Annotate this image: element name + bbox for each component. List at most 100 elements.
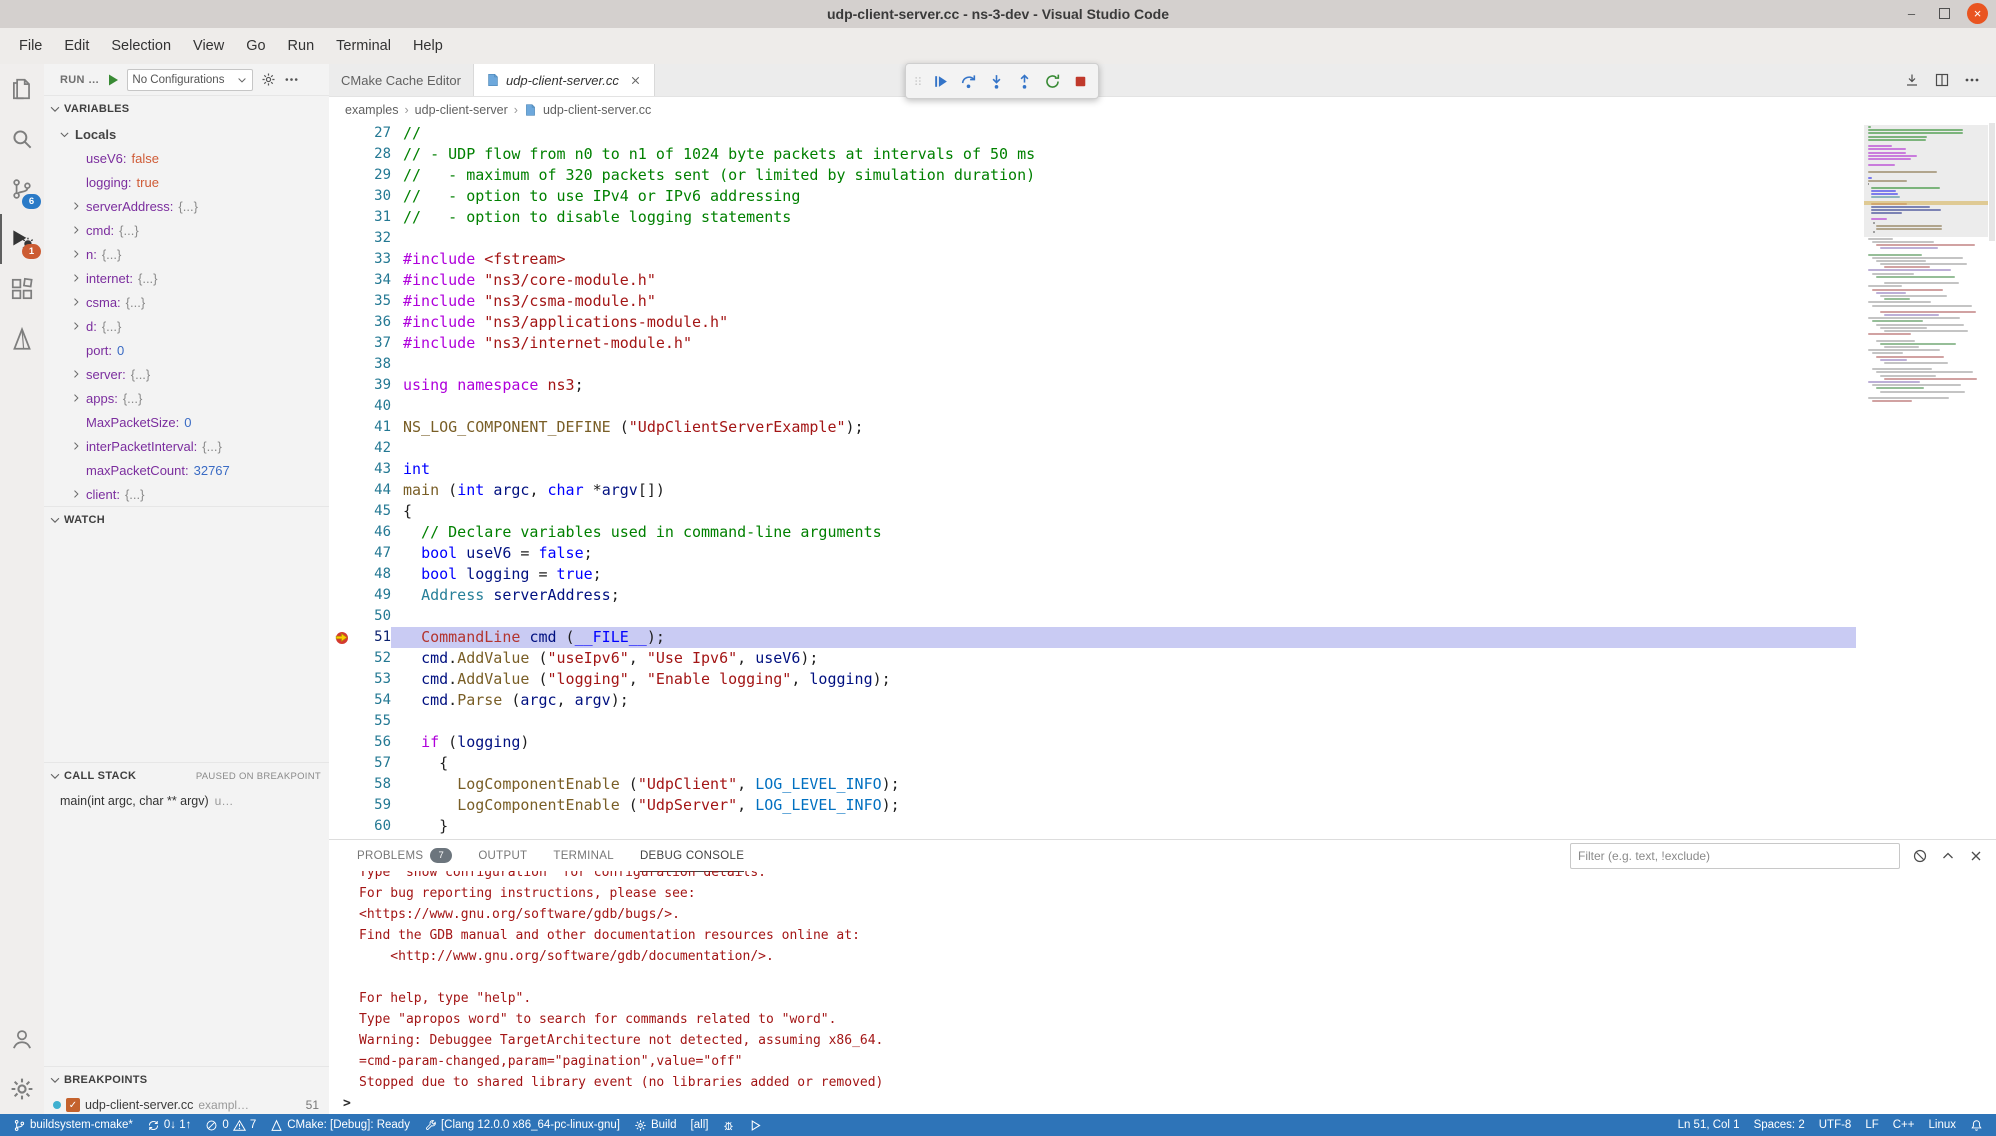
breakpoint-checkbox[interactable]: ✓: [66, 1098, 80, 1112]
code-line[interactable]: 41NS_LOG_COMPONENT_DEFINE ("UdpClientSer…: [329, 417, 1856, 438]
gutter-glyph-margin[interactable]: [329, 795, 357, 816]
debug-step-into-button[interactable]: [983, 68, 1009, 94]
variable-row[interactable]: cmd:{...}: [44, 218, 329, 242]
menu-terminal[interactable]: Terminal: [325, 38, 402, 54]
call-stack-section-header[interactable]: CALL STACK PAUSED ON BREAKPOINT: [44, 762, 329, 789]
code-line[interactable]: 59 LogComponentEnable ("UdpServer", LOG_…: [329, 795, 1856, 816]
variable-row[interactable]: interPacketInterval:{...}: [44, 434, 329, 458]
debug-more-actions[interactable]: [284, 72, 299, 87]
gutter-glyph-margin[interactable]: [329, 144, 357, 165]
variable-row[interactable]: maxPacketCount:32767: [44, 458, 329, 482]
gutter-glyph-margin[interactable]: [329, 270, 357, 291]
gutter-glyph-margin[interactable]: [329, 459, 357, 480]
menu-edit[interactable]: Edit: [53, 38, 100, 54]
status-eol[interactable]: LF: [1858, 1114, 1885, 1136]
close-button[interactable]: ×: [1967, 3, 1988, 24]
code-line[interactable]: 48 bool logging = true;: [329, 564, 1856, 585]
code-line[interactable]: 58 LogComponentEnable ("UdpClient", LOG_…: [329, 774, 1856, 795]
code-line[interactable]: 27//: [329, 123, 1856, 144]
panel-tab-output[interactable]: OUTPUT: [478, 840, 527, 872]
code-line[interactable]: 42: [329, 438, 1856, 459]
breadcrumb-item[interactable]: udp-client-server: [415, 103, 508, 117]
variable-row[interactable]: port:0: [44, 338, 329, 362]
minimap-slider[interactable]: [1864, 125, 1988, 237]
status-branch[interactable]: buildsystem-cmake*: [6, 1114, 140, 1136]
breakpoints-section-header[interactable]: BREAKPOINTS: [44, 1066, 329, 1093]
gutter-glyph-margin[interactable]: [329, 837, 357, 839]
activity-accounts[interactable]: [0, 1014, 44, 1064]
debug-settings-gear[interactable]: [261, 72, 276, 87]
variable-row[interactable]: logging:true: [44, 170, 329, 194]
panel-tab-terminal[interactable]: TERMINAL: [553, 840, 614, 872]
code-line[interactable]: 47 bool useV6 = false;: [329, 543, 1856, 564]
variable-row[interactable]: csma:{...}: [44, 290, 329, 314]
code-line[interactable]: 29// - maximum of 320 packets sent (or l…: [329, 165, 1856, 186]
code-line[interactable]: 56 if (logging): [329, 732, 1856, 753]
code-line[interactable]: 30// - option to use IPv4 or IPv6 addres…: [329, 186, 1856, 207]
gutter-glyph-margin[interactable]: [329, 249, 357, 270]
stack-frame-row[interactable]: main(int argc, char ** argv) u…: [44, 789, 329, 813]
variable-row[interactable]: apps:{...}: [44, 386, 329, 410]
menu-file[interactable]: File: [8, 38, 53, 54]
gutter-glyph-margin[interactable]: [329, 522, 357, 543]
gutter-glyph-margin[interactable]: [329, 543, 357, 564]
debug-step-over-button[interactable]: [955, 68, 981, 94]
gutter-glyph-margin[interactable]: [329, 396, 357, 417]
gutter-glyph-margin[interactable]: [329, 186, 357, 207]
status-indentation[interactable]: Spaces: 2: [1747, 1114, 1812, 1136]
console-input-row[interactable]: >: [329, 1093, 1996, 1114]
gutter-glyph-margin[interactable]: [329, 480, 357, 501]
status-sync[interactable]: 0↓ 1↑: [140, 1114, 199, 1136]
menu-help[interactable]: Help: [402, 38, 454, 54]
split-editor-icon[interactable]: [1934, 72, 1950, 88]
breakpoint-row[interactable]: ✓ udp-client-server.cc exampl… 51: [44, 1093, 329, 1114]
code-line[interactable]: 32: [329, 228, 1856, 249]
more-actions-icon[interactable]: [1964, 72, 1980, 88]
tab-cmake-cache-editor[interactable]: CMake Cache Editor: [329, 64, 474, 96]
activity-extensions[interactable]: [0, 264, 44, 314]
status-os[interactable]: Linux: [1922, 1114, 1964, 1136]
gutter-glyph-margin[interactable]: [329, 375, 357, 396]
gutter-glyph-margin[interactable]: [329, 123, 357, 144]
maximize-panel-icon[interactable]: [1940, 848, 1956, 864]
gutter-glyph-margin[interactable]: [329, 669, 357, 690]
code-line[interactable]: 44main (int argc, char *argv[]): [329, 480, 1856, 501]
status-encoding[interactable]: UTF-8: [1812, 1114, 1859, 1136]
code-line[interactable]: 36#include "ns3/applications-module.h": [329, 312, 1856, 333]
gutter-glyph-margin[interactable]: [329, 627, 357, 648]
code-line[interactable]: 49 Address serverAddress;: [329, 585, 1856, 606]
close-panel-icon[interactable]: [1968, 848, 1984, 864]
open-changes-icon[interactable]: [1904, 72, 1920, 88]
menu-view[interactable]: View: [182, 38, 235, 54]
gutter-glyph-margin[interactable]: [329, 501, 357, 522]
menu-go[interactable]: Go: [235, 38, 276, 54]
code-editor[interactable]: 27//28// - UDP flow from n0 to n1 of 102…: [329, 123, 1996, 839]
status-debug-target[interactable]: [715, 1114, 742, 1136]
watch-section-header[interactable]: WATCH: [44, 506, 329, 533]
tab-udp-client-server-cc[interactable]: udp-client-server.cc: [474, 64, 655, 96]
code-line[interactable]: 55: [329, 711, 1856, 732]
gutter-glyph-margin[interactable]: [329, 417, 357, 438]
code-line[interactable]: 39using namespace ns3;: [329, 375, 1856, 396]
code-line[interactable]: 50: [329, 606, 1856, 627]
variable-row[interactable]: n:{...}: [44, 242, 329, 266]
maximize-button[interactable]: [1934, 3, 1955, 24]
locals-scope-row[interactable]: Locals: [44, 122, 329, 146]
code-line[interactable]: 53 cmd.AddValue ("logging", "Enable logg…: [329, 669, 1856, 690]
menu-run[interactable]: Run: [277, 38, 326, 54]
scrollbar-thumb[interactable]: [1989, 123, 1995, 241]
variable-row[interactable]: client:{...}: [44, 482, 329, 506]
status-cmake-status[interactable]: CMake: [Debug]: Ready: [263, 1114, 417, 1136]
toolbar-drag-handle[interactable]: [911, 71, 925, 91]
code-line[interactable]: 61: [329, 837, 1856, 839]
gutter-glyph-margin[interactable]: [329, 165, 357, 186]
debug-stop-button[interactable]: [1067, 68, 1093, 94]
code-line[interactable]: 34#include "ns3/core-module.h": [329, 270, 1856, 291]
gutter-glyph-margin[interactable]: [329, 732, 357, 753]
debug-step-out-button[interactable]: [1011, 68, 1037, 94]
variable-row[interactable]: server:{...}: [44, 362, 329, 386]
code-line[interactable]: 35#include "ns3/csma-module.h": [329, 291, 1856, 312]
gutter-glyph-margin[interactable]: [329, 333, 357, 354]
menu-selection[interactable]: Selection: [100, 38, 182, 54]
code-line[interactable]: 60 }: [329, 816, 1856, 837]
